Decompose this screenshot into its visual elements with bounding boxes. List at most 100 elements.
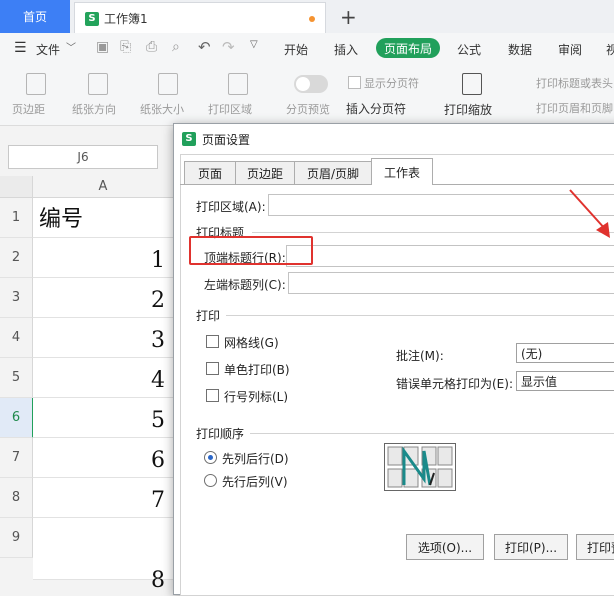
ribbon: 页边距 纸张方向 纸张大小 打印区域 分页预览 显示分页符 插入分页符 打印缩放… [0,63,614,126]
menu-formulas[interactable]: 公式 [457,41,481,58]
save-icon[interactable]: ▣ [96,39,109,55]
print-order-section: 打印顺序 [196,427,245,441]
cell-a7[interactable]: 6 [33,438,173,478]
tab-workbook[interactable]: S 工作簿1 [74,2,326,34]
menu-bar: ☰ 文件 ﹀ ▣ ⎘ ⎙ ⌕ ↶ ↷ ▽ 开始 插入 公式 数据 审阅 视 [0,33,614,63]
cell-a8[interactable]: 7 [33,478,173,518]
preview-icon[interactable]: ⌕ [172,39,180,55]
print-zoom-icon [462,73,482,95]
top-rows-input[interactable] [286,245,614,267]
tab-workbook-label: 工作簿1 [104,12,148,26]
cell-a1[interactable]: 编号 [33,198,173,238]
down-then-over-radio[interactable] [204,451,217,464]
print-area-label: 打印区域(A): [196,200,266,214]
page-preview-toggle[interactable] [294,75,328,93]
orientation-button[interactable]: 纸张方向 [72,101,116,117]
menu-view[interactable]: 视 [606,41,614,58]
row-header[interactable]: 2 [0,238,33,278]
cell-a9[interactable]: 8 [33,518,173,593]
tab-margins[interactable]: 页边距 [235,161,295,184]
cell-value: 3 [151,328,165,353]
cell-value: 6 [151,448,165,473]
column-header-a[interactable]: A [33,179,173,194]
print-zoom-button[interactable]: 打印缩放 [444,101,492,118]
print-icon[interactable]: ⎙ [146,39,157,55]
cell-value: 1 [151,248,165,273]
print-order-preview-icon [384,443,456,491]
row-header[interactable]: 9 [0,518,33,558]
cell-a5[interactable]: 4 [33,358,173,398]
more-icon[interactable]: ▽ [250,39,258,50]
menu-insert[interactable]: 插入 [334,41,358,58]
menu-review[interactable]: 审阅 [558,41,582,58]
dialog-title-bar[interactable]: S 页面设置 [174,124,614,152]
cell-a2[interactable]: 1 [33,238,173,278]
row-col-headers-checkbox[interactable] [206,389,219,402]
page-preview-label: 分页预览 [286,103,330,116]
print-preview-button[interactable]: 打印预 [576,534,614,560]
redo-icon[interactable]: ↷ [222,38,235,56]
over-then-down-radio[interactable] [204,474,217,487]
errors-select[interactable]: 显示值 [516,371,614,391]
margins-button[interactable]: 页边距 [12,101,45,117]
print-titles-button[interactable]: 打印标题或表头 [536,75,613,91]
print-area-icon [228,73,248,95]
print-area-button[interactable]: 打印区域 [208,101,252,117]
paper-size-icon [158,73,178,95]
undo-icon[interactable]: ↶ [198,38,211,56]
insert-page-break-button[interactable]: 插入分页符 [346,100,406,117]
row-header[interactable]: 7 [0,438,33,478]
cell-value: 4 [151,368,165,393]
spreadsheet-icon: S [85,11,99,26]
menu-start[interactable]: 开始 [284,41,308,58]
row-header[interactable]: 3 [0,278,33,318]
gridlines-label: 网格线(G) [224,336,279,350]
gridlines-checkbox[interactable] [206,335,219,348]
print-area-input[interactable] [268,194,614,216]
tab-home[interactable]: 首页 [0,0,70,33]
cell-a6[interactable]: 5 [33,398,173,438]
new-tab-button[interactable]: + [340,5,357,29]
row-col-headers-label: 行号列标(L) [224,390,289,404]
export-icon[interactable]: ⎘ [120,39,131,55]
cell-value: 7 [151,488,165,513]
options-button[interactable]: 选项(O)... [406,534,484,560]
show-page-break-checkbox[interactable] [348,76,361,89]
annotation-arrow-icon [569,189,610,238]
cell-value: 2 [151,288,165,313]
margins-icon [26,73,46,95]
row-header[interactable]: 4 [0,318,33,358]
cell-value: 8 [151,568,165,593]
print-button[interactable]: 打印(P)... [494,534,568,560]
tab-sheet[interactable]: 工作表 [371,158,433,185]
menu-page-layout[interactable]: 页面布局 [376,38,440,58]
left-columns-input[interactable] [288,272,614,294]
row-header[interactable]: 1 [0,198,33,238]
cell-value: 编号 [39,207,84,232]
errors-label: 错误单元格打印为(E): [396,377,513,391]
over-then-down-label: 先行后列(V) [222,475,288,489]
row-header-selected[interactable]: 6 [0,398,34,438]
print-header-footer-button[interactable]: 打印页眉和页脚 [536,100,613,116]
orientation-icon [88,73,108,95]
annotation-highlight-box [189,236,313,265]
select-all-corner[interactable] [0,176,33,197]
comments-label: 批注(M): [396,349,444,363]
mono-print-checkbox[interactable] [206,362,219,375]
file-menu[interactable]: 文件 [36,41,60,58]
hamburger-icon[interactable]: ☰ [14,40,27,56]
paper-size-button[interactable]: 纸张大小 [140,101,184,117]
menu-data[interactable]: 数据 [508,41,532,58]
section-divider [252,232,614,233]
row-header[interactable]: 5 [0,358,33,398]
cell-value: 5 [151,408,165,433]
tab-page[interactable]: 页面 [184,161,236,184]
cell-a4[interactable]: 3 [33,318,173,358]
row-header[interactable]: 8 [0,478,33,518]
left-columns-label: 左端标题列(C): [204,278,286,292]
name-box[interactable]: J6 [8,145,158,169]
cell-a3[interactable]: 2 [33,278,173,318]
chevron-down-icon[interactable]: ﹀ [66,39,76,54]
comments-select[interactable]: (无) [516,343,614,363]
tab-header-footer[interactable]: 页眉/页脚 [294,161,372,184]
